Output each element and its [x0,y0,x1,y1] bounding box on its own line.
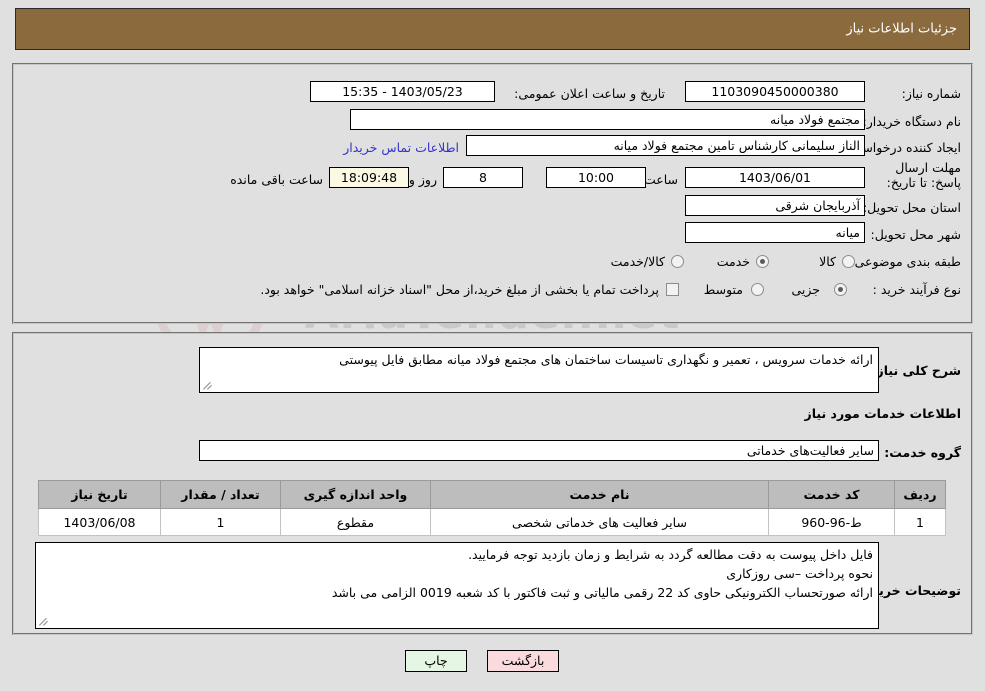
hour-value: 10:00 [546,167,646,188]
cell-quantity: 1 [160,508,281,536]
buyer-org-label: نام دستگاه خریدار: [862,114,961,129]
process-radio-jozei[interactable] [834,283,847,296]
process-option-label-0: جزیی [791,282,820,297]
need-info-panel: شماره نیاز: 1103090450000380 تاریخ و ساع… [12,63,973,324]
buyer-contact-link[interactable]: اطلاعات تماس خریدار [343,140,459,155]
treasury-text: پرداخت تمام یا بخشی از مبلغ خرید،از محل … [260,282,659,297]
announce-datetime-label: تاریخ و ساعت اعلان عمومی: [514,86,665,101]
page-header: جزئیات اطلاعات نیاز [15,8,970,50]
deadline-date-value: 1403/06/01 [685,167,865,188]
services-table: ردیف کد خدمت نام خدمت واحد اندازه گیری ت… [38,480,946,536]
category-radio-kala[interactable] [842,255,855,268]
buyer-note-line-2: ارائه صورتحساب الکترونیکی حاوی کد 22 رقم… [331,585,873,600]
city-label: شهر محل تحویل: [870,227,961,242]
service-group-label: گروه خدمت: [884,445,961,460]
province-label: استان محل تحویل: [862,200,961,215]
buyer-note-line-0: فایل داخل پیوست به دقت مطالعه گردد به شر… [468,547,873,562]
cell-service-name: سایر فعالیت های خدماتی شخصی [430,508,769,536]
deadline-label: مهلت ارسال پاسخ: تا تاریخ: [886,160,961,190]
print-button[interactable]: چاپ [405,650,467,672]
service-details-panel: شرح کلی نیاز: ارائه خدمات سرویس ، تعمیر … [12,332,973,635]
cell-need-date: 1403/06/08 [38,508,161,536]
treasury-checkbox[interactable] [666,283,679,296]
service-group-value: سایر فعالیت‌های خدماتی [199,440,879,461]
resize-grip-icon[interactable] [38,615,50,627]
city-value: میانه [685,222,865,243]
col-need-date: تاریخ نیاز [38,480,161,509]
process-option-label-1: متوسط [703,282,743,297]
process-radio-motavaset[interactable] [751,283,764,296]
table-header-row: ردیف کد خدمت نام خدمت واحد اندازه گیری ت… [38,480,946,509]
summary-label: شرح کلی نیاز: [871,363,961,378]
services-section-title: اطلاعات خدمات مورد نیاز [804,406,962,421]
buyer-notes-textarea[interactable]: فایل داخل پیوست به دقت مطالعه گردد به شر… [35,542,879,629]
summary-textarea[interactable]: ارائه خدمات سرویس ، تعمیر و نگهداری تاسی… [199,347,879,393]
col-quantity: تعداد / مقدار [160,480,281,509]
col-row-no: ردیف [894,480,946,509]
page-root: AriaTender.net جزئیات اطلاعات نیاز شماره… [0,0,985,691]
resize-grip-icon[interactable] [202,379,214,391]
cell-service-code: ط-96-960 [768,508,895,536]
need-number-value: 1103090450000380 [685,81,865,102]
table-row[interactable]: 1 ط-96-960 سایر فعالیت های خدماتی شخصی م… [38,508,946,536]
category-option-label-0: کالا [819,254,836,269]
creator-value: الناز سلیمانی کارشناس تامین مجتمع فولاد … [466,135,865,156]
announce-datetime-value: 1403/05/23 - 15:35 [310,81,495,102]
category-label: طبقه بندی موضوعی: [850,254,961,269]
days-remaining-value: 8 [443,167,523,188]
category-option-label-1: خدمت [716,254,750,269]
cell-unit: مقطوع [280,508,431,536]
col-service-code: کد خدمت [768,480,895,509]
category-radio-khedmat[interactable] [756,255,769,268]
category-radio-kala-khedmat[interactable] [671,255,684,268]
category-option-label-2: کالا/خدمت [610,254,665,269]
page-title: جزئیات اطلاعات نیاز [846,21,957,37]
cell-row-no: 1 [894,508,946,536]
col-unit: واحد اندازه گیری [280,480,431,509]
countdown-label: ساعت باقی مانده [230,172,323,187]
buyer-org-value: مجتمع فولاد میانه [350,109,865,130]
summary-text: ارائه خدمات سرویس ، تعمیر و نگهداری تاسی… [339,352,873,367]
back-button[interactable]: بازگشت [487,650,559,672]
process-label: نوع فرآیند خرید : [872,282,961,297]
buyer-note-line-1: نحوه پرداخت –سی روزکاری [726,566,873,581]
countdown-value: 18:09:48 [329,167,409,188]
days-remaining-label: روز و [408,172,437,187]
col-service-name: نام خدمت [430,480,769,509]
need-number-label: شماره نیاز: [901,86,961,101]
province-value: آذربایجان شرقی [685,195,865,216]
hour-label: ساعت [643,172,678,187]
